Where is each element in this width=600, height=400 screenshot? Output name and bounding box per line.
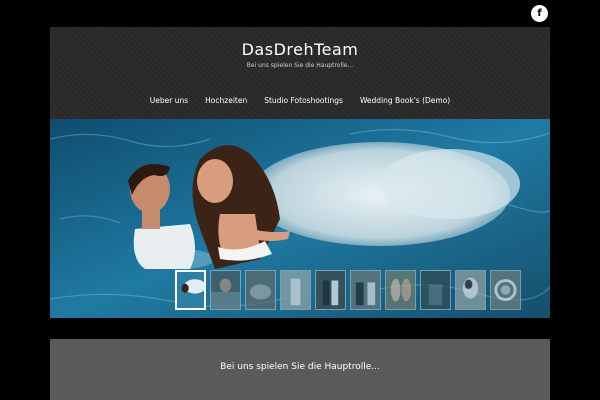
slider-thumbnail-8[interactable] [420,270,451,310]
hero-slider[interactable] [50,119,550,318]
slider-thumbnail-10[interactable] [490,270,521,310]
slider-thumbnail-5[interactable] [315,270,346,310]
content-heading: Bei uns spielen Sie die Hauptrolle... [220,362,380,372]
slider-thumbnail-6[interactable] [350,270,381,310]
slider-thumbnail-7[interactable] [385,270,416,310]
facebook-icon[interactable]: f [531,5,548,22]
slider-thumbnail-4[interactable] [280,270,311,310]
nav-item-studio-fotoshootings[interactable]: Studio Fotoshootings [264,96,343,105]
site-tagline: Bei uns spielen Sie die Hauptrolle... [246,62,354,69]
slider-thumbnails [175,270,521,310]
slider-thumbnail-3[interactable] [245,270,276,310]
slider-thumbnail-9[interactable] [455,270,486,310]
main-navigation: Ueber uns Hochzeiten Studio Fotoshooting… [50,96,550,105]
content-panel: Bei uns spielen Sie die Hauptrolle... [50,339,550,400]
site-header: DasDrehTeam Bei uns spielen Sie die Haup… [50,27,550,119]
slider-thumbnail-1[interactable] [175,270,206,310]
nav-item-wedding-books[interactable]: Wedding Book's (Demo) [360,96,450,105]
slider-thumbnail-2[interactable] [210,270,241,310]
site-title[interactable]: DasDrehTeam [50,40,550,59]
nav-item-hochzeiten[interactable]: Hochzeiten [205,96,247,105]
nav-item-ueber-uns[interactable]: Ueber uns [150,96,188,105]
